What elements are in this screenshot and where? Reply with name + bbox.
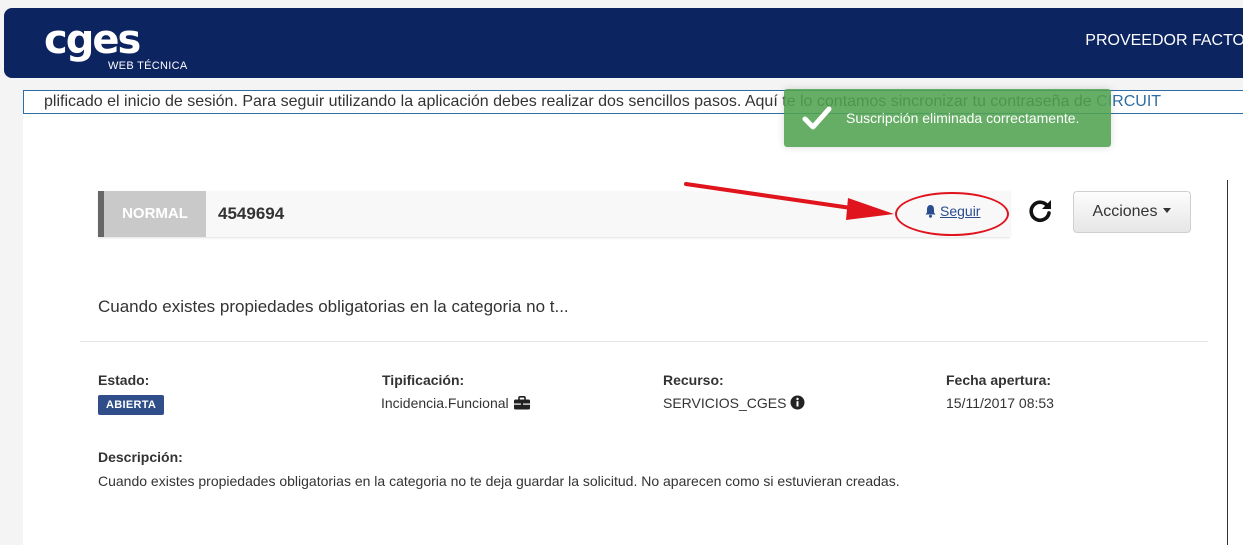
- status-badge: ABIERTA: [98, 395, 165, 415]
- priority-label: NORMAL: [104, 191, 206, 237]
- follow-button[interactable]: Seguir: [924, 203, 980, 219]
- toast-message: Suscripción eliminada correctamente.: [846, 110, 1080, 126]
- bell-icon: [925, 205, 936, 218]
- ticket-summary: Cuando existes propiedades obligatorias …: [98, 297, 569, 316]
- estado-label: Estado:: [98, 372, 150, 388]
- recurso-field: SERVICIOS_CGES: [663, 395, 805, 411]
- check-icon: [802, 106, 832, 130]
- fecha-apertura-label: Fecha apertura:: [946, 372, 1052, 388]
- descripcion-value: Cuando existes propiedades obligatorias …: [98, 473, 900, 489]
- logo-subtitle: WEB TÉCNICA: [108, 60, 188, 72]
- ticket-header: NORMAL 4549694: [98, 191, 1010, 237]
- top-strip: [0, 0, 1243, 8]
- follow-label: Seguir: [940, 203, 981, 219]
- divider: [80, 341, 1208, 342]
- success-toast[interactable]: Suscripción eliminada correctamente.: [784, 89, 1111, 147]
- briefcase-icon: [513, 396, 530, 410]
- recurso-value: SERVICIOS_CGES: [663, 395, 787, 411]
- actions-dropdown-button[interactable]: Acciones: [1073, 191, 1191, 233]
- tipificacion-field: Incidencia.Funcional: [381, 395, 531, 411]
- ticket-id: 4549694: [218, 204, 285, 223]
- actions-label: Acciones: [1092, 203, 1158, 220]
- tipificacion-value: Incidencia.Funcional: [381, 395, 509, 411]
- refresh-icon[interactable]: [1027, 198, 1053, 224]
- fecha-apertura-value: 15/11/2017 08:53: [946, 395, 1054, 411]
- descripcion-label: Descripción:: [98, 449, 183, 465]
- provider-menu[interactable]: PROVEEDOR FACTORI: [1085, 32, 1243, 50]
- recurso-label: Recurso:: [663, 372, 724, 388]
- caret-down-icon: [1163, 208, 1172, 213]
- info-icon[interactable]: [790, 395, 805, 410]
- tipificacion-label: Tipificación:: [382, 372, 465, 388]
- logo-text: cges: [44, 17, 141, 63]
- cges-logo[interactable]: cges WEB TÉCNICA: [44, 18, 204, 74]
- navbar: cges WEB TÉCNICA PROVEEDOR FACTORI: [4, 8, 1243, 78]
- panel-border: [1227, 180, 1228, 545]
